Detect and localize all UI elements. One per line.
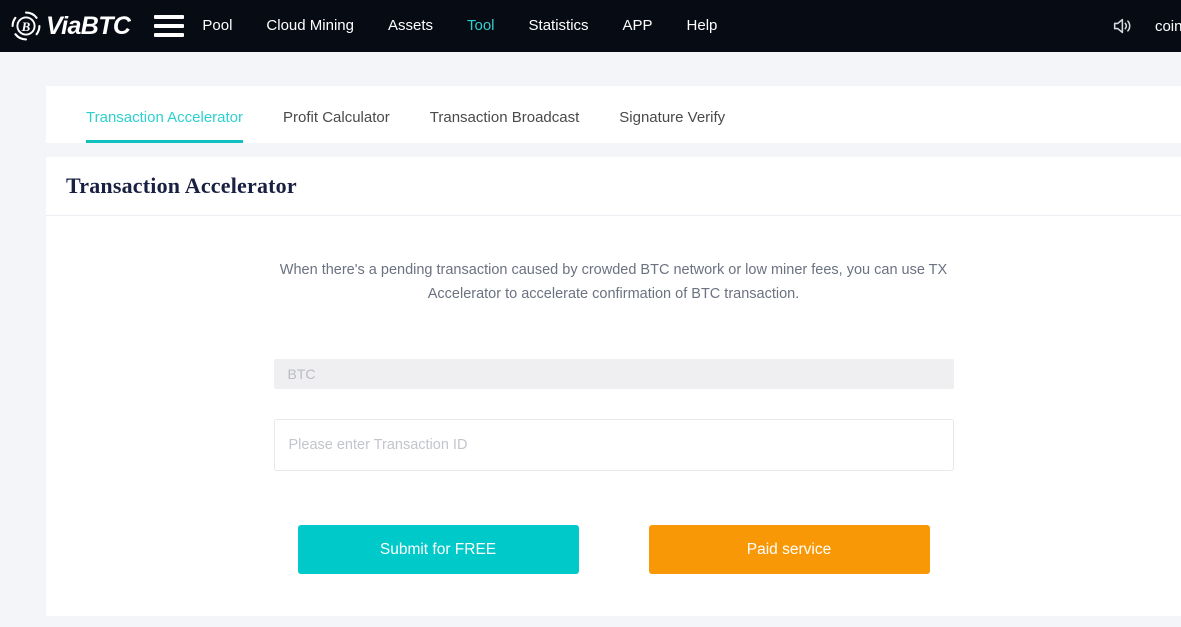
page-title: Transaction Accelerator	[66, 173, 297, 198]
tab-signature-verify[interactable]: Signature Verify	[619, 109, 725, 143]
submit-for-free-button[interactable]: Submit for FREE	[297, 525, 579, 574]
transaction-id-input[interactable]	[273, 419, 954, 471]
hamburger-menu-icon[interactable]	[154, 15, 185, 37]
viabtc-bitcoin-logo-icon: B	[10, 10, 42, 42]
page-content: Transaction Accelerator Profit Calculato…	[0, 52, 1181, 627]
top-navigation-bar: B ViaBTC Pool Cloud Mining Assets Tool S…	[0, 0, 1181, 52]
accelerator-form: Submit for FREE Paid service	[273, 306, 954, 574]
accelerator-card: Transaction Accelerator When there's a p…	[46, 157, 1181, 616]
hamburger-bar	[154, 24, 185, 28]
nav-item-tool[interactable]: Tool	[467, 17, 495, 34]
brand-logo-link[interactable]: B ViaBTC	[10, 10, 131, 42]
user-account-name[interactable]: coinfu	[1155, 18, 1181, 35]
hamburger-bar	[154, 15, 185, 19]
accelerator-description: When there's a pending transaction cause…	[279, 262, 948, 302]
tab-transaction-accelerator[interactable]: Transaction Accelerator	[86, 109, 244, 143]
nav-right-group: coinfu	[1111, 0, 1181, 52]
nav-item-pool[interactable]: Pool	[202, 17, 232, 34]
svg-text:B: B	[21, 19, 31, 34]
paid-service-button[interactable]: Paid service	[648, 525, 930, 574]
primary-nav-list: Pool Cloud Mining Assets Tool Statistics…	[202, 0, 717, 52]
speaker-announcement-icon[interactable]	[1111, 15, 1133, 37]
form-actions: Submit for FREE Paid service	[274, 471, 954, 574]
nav-item-cloud-mining[interactable]: Cloud Mining	[266, 17, 354, 34]
nav-item-assets[interactable]: Assets	[388, 17, 433, 34]
tab-transaction-broadcast[interactable]: Transaction Broadcast	[430, 109, 580, 143]
nav-item-app[interactable]: APP	[623, 17, 653, 34]
card-title-bar: Transaction Accelerator	[46, 157, 1181, 216]
hamburger-bar	[154, 33, 185, 37]
nav-item-statistics[interactable]: Statistics	[529, 17, 589, 34]
coin-type-field[interactable]	[273, 359, 954, 389]
tool-tab-strip: Transaction Accelerator Profit Calculato…	[46, 86, 1181, 143]
tab-profit-calculator[interactable]: Profit Calculator	[283, 109, 390, 143]
brand-name: ViaBTC	[46, 11, 131, 40]
card-body: When there's a pending transaction cause…	[46, 216, 1181, 616]
nav-item-help[interactable]: Help	[687, 17, 718, 34]
panel-gap	[46, 143, 1181, 157]
